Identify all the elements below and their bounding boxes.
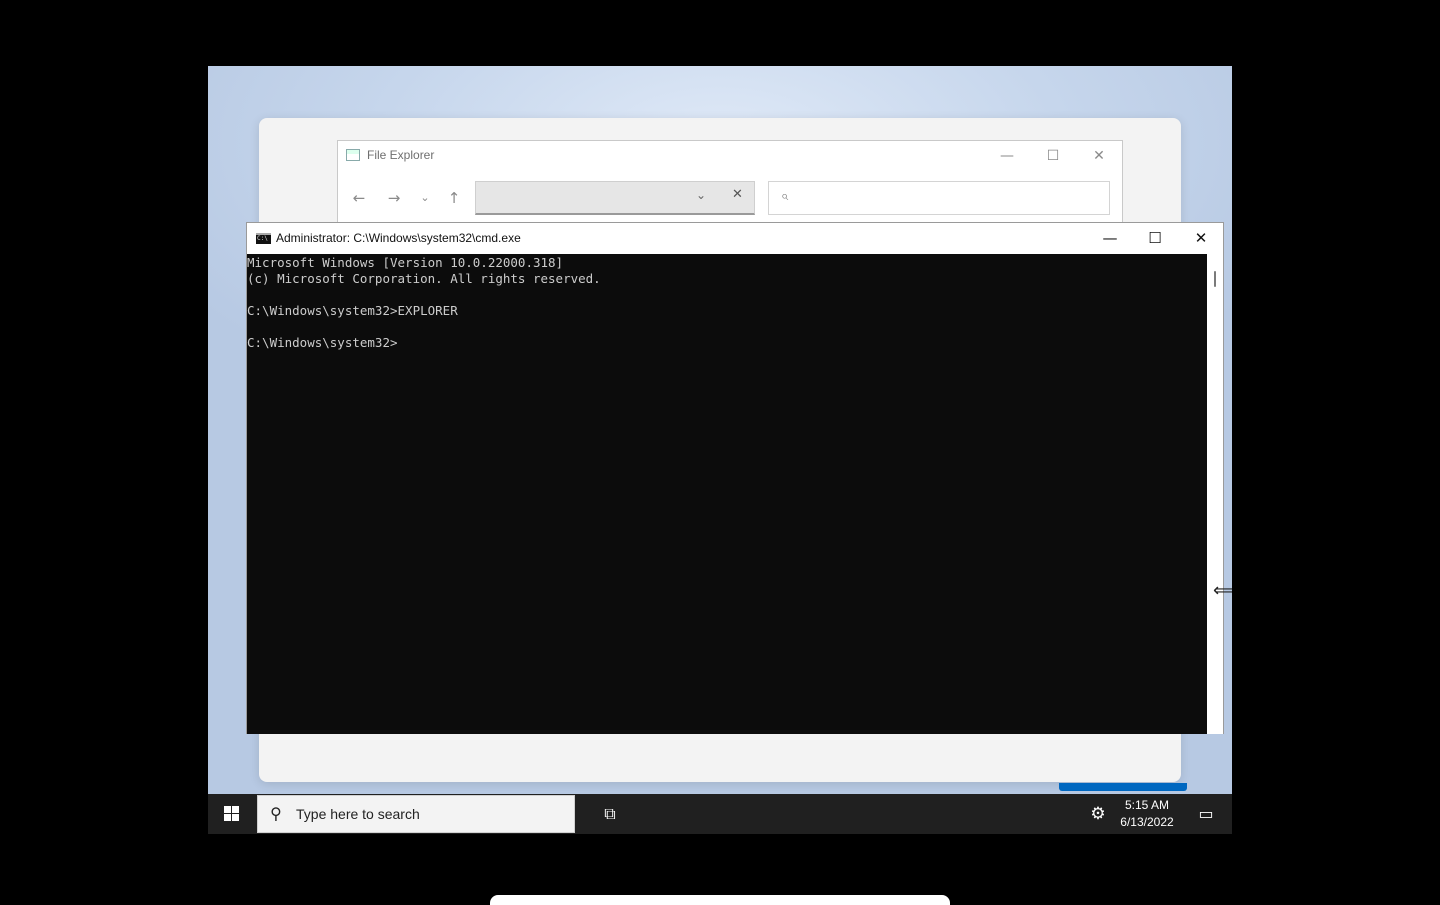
cmd-titlebar[interactable]: C:\ Administrator: C:\Windows\system32\c… <box>247 223 1223 254</box>
search-icon: ⚲ <box>270 804 282 823</box>
file-explorer-window[interactable]: File Explorer — ☐ ✕ ← → ⌄ ↑ ⌄ ✕ ⌕ <box>337 140 1123 226</box>
console-output[interactable]: Microsoft Windows [Version 10.0.22000.31… <box>247 254 1207 734</box>
explorer-titlebar[interactable]: File Explorer — ☐ ✕ <box>338 141 1122 171</box>
start-button[interactable] <box>208 794 256 834</box>
cmd-maximize-button[interactable]: ☐ <box>1132 223 1178 254</box>
clock-time: 5:15 AM <box>1124 798 1170 812</box>
recent-locations-button[interactable]: ⌄ <box>412 187 438 209</box>
console-scrollbar[interactable] <box>1207 254 1223 734</box>
cmd-icon: C:\ <box>256 233 271 244</box>
search-icon: ⌕ <box>781 189 789 204</box>
file-explorer-icon <box>346 149 360 161</box>
taskbar-clock[interactable]: 5:15 AM 6/13/2022 <box>1114 797 1180 831</box>
taskbar: ⚲ Type here to search ⧉ ⚙ 5:15 AM 6/13/2… <box>208 794 1232 834</box>
explorer-maximize-button[interactable]: ☐ <box>1030 143 1076 169</box>
setup-primary-button[interactable] <box>1059 783 1187 791</box>
explorer-search-input[interactable]: ⌕ <box>768 181 1110 215</box>
console-prompt-line: C:\Windows\system32> <box>247 335 398 350</box>
address-clear-icon[interactable]: ✕ <box>732 187 743 202</box>
bottom-edge-panel <box>490 895 950 905</box>
cmd-close-button[interactable]: ✕ <box>1178 223 1224 254</box>
console-line: Microsoft Windows [Version 10.0.22000.31… <box>247 255 564 270</box>
desktop-screen: File Explorer — ☐ ✕ ← → ⌄ ↑ ⌄ ✕ ⌕ C:\ Ad… <box>208 66 1232 834</box>
windows-logo-icon <box>224 806 240 822</box>
forward-button[interactable]: → <box>381 187 407 209</box>
console-line: (c) Microsoft Corporation. All rights re… <box>247 271 601 286</box>
cmd-window[interactable]: C:\ Administrator: C:\Windows\system32\c… <box>246 222 1224 734</box>
up-button[interactable]: ↑ <box>441 187 467 209</box>
taskbar-search-box[interactable]: ⚲ Type here to search <box>257 795 575 833</box>
console-line: C:\Windows\system32>EXPLORER <box>247 303 458 318</box>
explorer-title: File Explorer <box>367 148 435 162</box>
explorer-minimize-button[interactable]: — <box>984 143 1030 169</box>
address-dropdown-icon[interactable]: ⌄ <box>696 188 706 202</box>
taskbar-search-placeholder: Type here to search <box>296 806 420 822</box>
clock-date: 6/13/2022 <box>1120 815 1174 829</box>
settings-gear-icon[interactable]: ⚙ <box>1086 794 1110 834</box>
cmd-minimize-button[interactable]: — <box>1087 223 1133 254</box>
resize-cursor-icon: ⟺ <box>1213 580 1232 601</box>
cmd-title: Administrator: C:\Windows\system32\cmd.e… <box>276 231 521 245</box>
back-button[interactable]: ← <box>346 187 372 209</box>
notifications-icon[interactable]: ▭ <box>1186 794 1226 834</box>
task-view-button[interactable]: ⧉ <box>588 794 632 834</box>
address-bar[interactable]: ⌄ ✕ <box>475 181 755 215</box>
explorer-close-button[interactable]: ✕ <box>1076 143 1122 169</box>
scrollbar-thumb[interactable] <box>1214 271 1216 287</box>
